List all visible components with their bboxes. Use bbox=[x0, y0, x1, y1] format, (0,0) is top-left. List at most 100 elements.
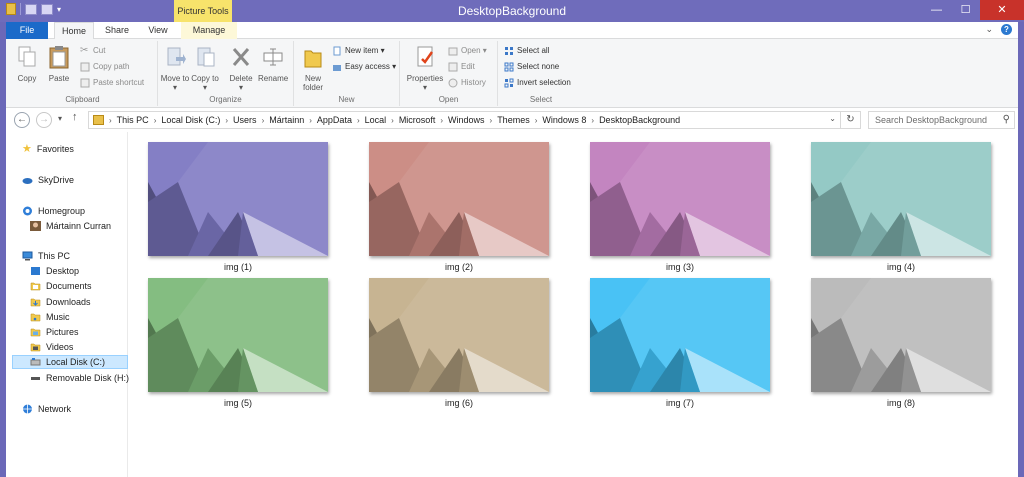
image-preview bbox=[148, 142, 328, 256]
back-button[interactable]: ← bbox=[14, 112, 30, 128]
forward-button[interactable]: → bbox=[36, 112, 52, 128]
tab-share[interactable]: Share bbox=[98, 22, 136, 39]
properties-icon bbox=[417, 46, 434, 67]
window-controls: — ☐ ✕ bbox=[922, 0, 1024, 20]
nav-item-desktop[interactable]: Desktop bbox=[30, 264, 79, 278]
nav-item-documents[interactable]: Documents bbox=[30, 279, 92, 293]
chevron-right-icon[interactable]: › bbox=[391, 116, 394, 125]
breadcrumb-item[interactable]: Microsoft bbox=[399, 115, 436, 125]
breadcrumb-item[interactable]: Users bbox=[233, 115, 257, 125]
file-thumbnail[interactable]: img (7) bbox=[590, 278, 770, 408]
file-thumbnail[interactable]: img (3) bbox=[590, 142, 770, 272]
properties-button[interactable]: Properties ▾ bbox=[404, 45, 446, 92]
window-title: DesktopBackground bbox=[457, 4, 567, 18]
nav-item-removable-disk[interactable]: Removable Disk (H:) bbox=[30, 371, 129, 385]
rename-button[interactable]: Rename bbox=[258, 45, 288, 83]
refresh-button[interactable]: ↻ bbox=[841, 111, 861, 129]
maximize-button[interactable]: ☐ bbox=[951, 0, 980, 20]
breadcrumb-item[interactable]: AppData bbox=[317, 115, 352, 125]
file-thumbnail[interactable]: img (8) bbox=[811, 278, 991, 408]
rename-label: Rename bbox=[258, 74, 289, 83]
new-folder-button[interactable]: New folder bbox=[298, 45, 328, 92]
nav-item-this-pc[interactable]: This PC bbox=[22, 249, 70, 263]
file-thumbnail[interactable]: img (2) bbox=[369, 142, 549, 272]
select-all-button[interactable]: Select all bbox=[504, 44, 549, 58]
nav-item-network[interactable]: Network bbox=[22, 402, 71, 416]
breadcrumb-item[interactable]: Local Disk (C:) bbox=[161, 115, 220, 125]
chevron-right-icon[interactable]: › bbox=[440, 116, 443, 125]
history-button[interactable]: History bbox=[448, 76, 486, 90]
select-all-icon bbox=[505, 47, 513, 55]
copy-to-button[interactable]: Copy to ▾ bbox=[190, 45, 220, 92]
chevron-right-icon: › bbox=[109, 115, 112, 125]
nav-item-music[interactable]: Music bbox=[30, 310, 70, 324]
new-item-button[interactable]: New item ▾ bbox=[332, 44, 385, 58]
move-to-button[interactable]: Move to ▾ bbox=[160, 45, 190, 92]
invert-selection-button[interactable]: Invert selection bbox=[504, 76, 571, 90]
select-none-button[interactable]: Select none bbox=[504, 60, 559, 74]
chevron-right-icon[interactable]: › bbox=[225, 116, 228, 125]
chevron-right-icon[interactable]: › bbox=[357, 116, 360, 125]
close-button[interactable]: ✕ bbox=[980, 0, 1024, 20]
nav-item-skydrive[interactable]: SkyDrive bbox=[22, 173, 74, 187]
search-input[interactable]: Search DesktopBackground ⚲ bbox=[868, 111, 1015, 129]
breadcrumb-item[interactable]: This PC bbox=[117, 115, 149, 125]
recent-locations-icon[interactable]: ▾ bbox=[58, 114, 62, 123]
paste-shortcut-icon bbox=[80, 78, 90, 88]
invert-selection-label: Invert selection bbox=[517, 78, 571, 87]
chevron-right-icon[interactable]: › bbox=[154, 116, 157, 125]
select-all-label: Select all bbox=[517, 46, 550, 55]
nav-item-user[interactable]: Mártainn Curran bbox=[30, 219, 111, 233]
file-thumbnail[interactable]: img (4) bbox=[811, 142, 991, 272]
tab-home[interactable]: Home bbox=[54, 22, 94, 40]
minimize-button[interactable]: — bbox=[922, 0, 951, 20]
forward-arrow-icon: → bbox=[39, 114, 49, 125]
breadcrumb-item[interactable]: Mártainn bbox=[269, 115, 304, 125]
tab-view[interactable]: View bbox=[140, 22, 176, 39]
cloud-icon bbox=[22, 178, 33, 184]
nav-item-label: Downloads bbox=[46, 297, 91, 307]
address-bar[interactable]: › This PC › Local Disk (C:) › Users › Mártainn… bbox=[88, 111, 841, 129]
chevron-right-icon[interactable]: › bbox=[490, 116, 493, 125]
copy-button[interactable]: Copy bbox=[12, 45, 42, 83]
chevron-right-icon[interactable]: › bbox=[262, 116, 265, 125]
breadcrumb-item[interactable]: Windows bbox=[448, 115, 485, 125]
cut-button[interactable]: ✂ Cut bbox=[80, 44, 105, 58]
file-name: img (5) bbox=[223, 398, 252, 408]
up-arrow-icon[interactable]: ↑ bbox=[72, 111, 78, 123]
chevron-right-icon[interactable]: › bbox=[591, 116, 594, 125]
paste-shortcut-button[interactable]: Paste shortcut bbox=[80, 76, 144, 90]
edit-icon bbox=[448, 62, 458, 72]
nav-item-favorites[interactable]: ★ Favorites bbox=[22, 142, 74, 156]
file-thumbnail[interactable]: img (5) bbox=[148, 278, 328, 408]
nav-item-label: Local Disk (C:) bbox=[46, 357, 106, 367]
expand-ribbon-icon[interactable]: ⌄ bbox=[985, 24, 993, 35]
nav-item-homegroup[interactable]: Homegroup bbox=[22, 204, 85, 218]
easy-access-button[interactable]: Easy access ▾ bbox=[332, 60, 396, 74]
breadcrumb-item[interactable]: Themes bbox=[497, 115, 530, 125]
chevron-right-icon[interactable]: › bbox=[535, 116, 538, 125]
nav-item-videos[interactable]: Videos bbox=[30, 340, 73, 354]
breadcrumb-item[interactable]: Local bbox=[365, 115, 387, 125]
breadcrumb-item[interactable]: Windows 8 bbox=[542, 115, 586, 125]
copy-path-label: Copy path bbox=[93, 62, 130, 71]
edit-button[interactable]: Edit bbox=[448, 60, 475, 74]
nav-item-local-disk[interactable]: Local Disk (C:) bbox=[12, 355, 128, 369]
copy-path-button[interactable]: Copy path bbox=[80, 60, 129, 74]
open-button[interactable]: Open ▾ bbox=[448, 44, 487, 58]
tab-file[interactable]: File bbox=[6, 22, 48, 39]
address-dropdown-icon[interactable]: ⌄ bbox=[829, 114, 836, 123]
tab-manage[interactable]: Manage bbox=[181, 22, 237, 39]
help-icon[interactable]: ? bbox=[1001, 24, 1012, 35]
breadcrumb-item[interactable]: DesktopBackground bbox=[599, 115, 680, 125]
delete-button[interactable]: Delete ▾ bbox=[226, 45, 256, 92]
nav-item-downloads[interactable]: Downloads bbox=[30, 295, 91, 309]
nav-item-label: Documents bbox=[46, 281, 92, 291]
paste-button[interactable]: Paste bbox=[44, 45, 74, 83]
nav-item-pictures[interactable]: Pictures bbox=[30, 325, 79, 339]
file-thumbnail[interactable]: img (6) bbox=[369, 278, 549, 408]
properties-label: Properties bbox=[406, 74, 444, 83]
chevron-right-icon[interactable]: › bbox=[309, 116, 312, 125]
open-group-label: Open bbox=[438, 95, 459, 104]
file-thumbnail[interactable]: img (1) bbox=[148, 142, 328, 272]
